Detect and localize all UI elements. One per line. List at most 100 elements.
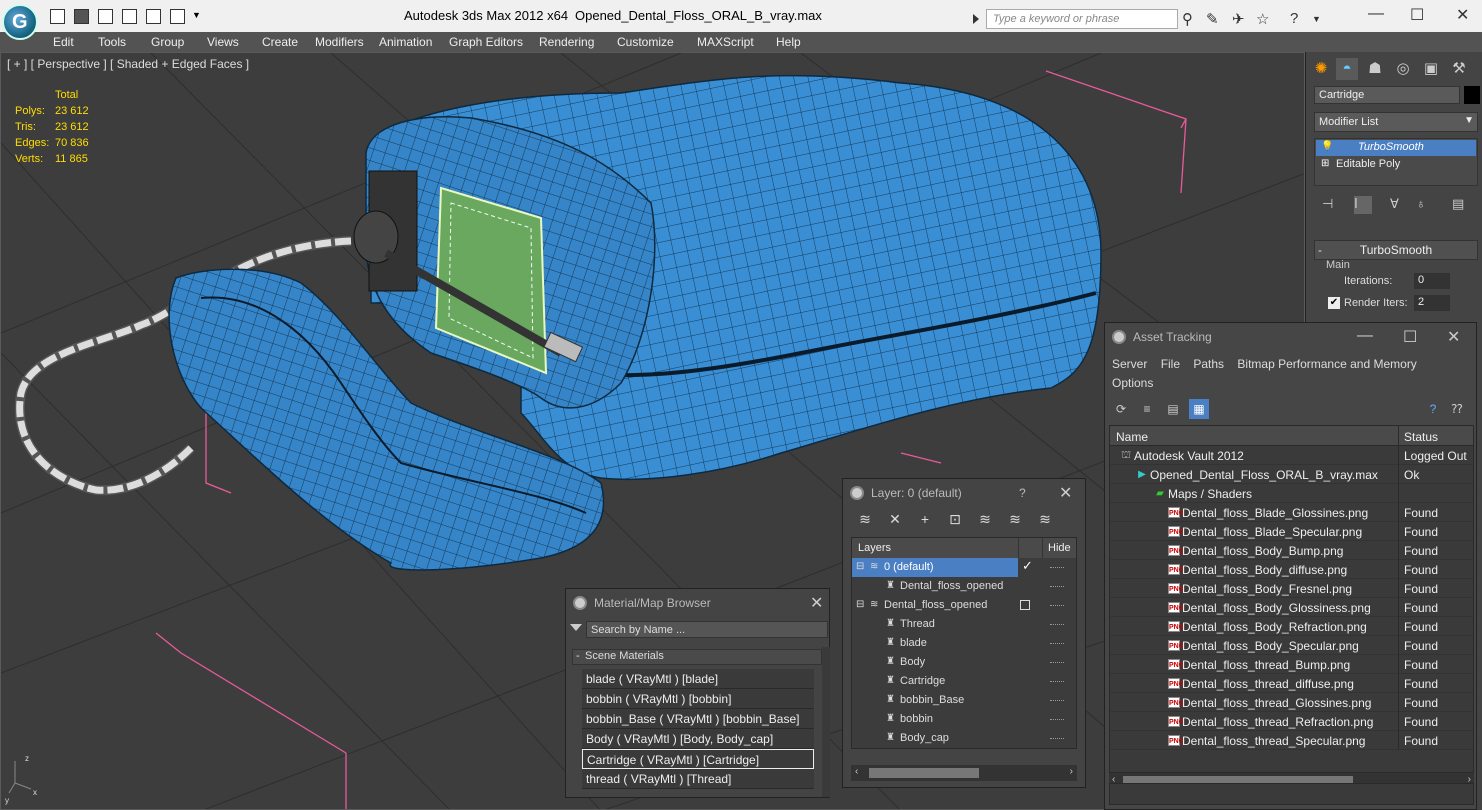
rollout-collapse-icon[interactable]: -	[1318, 243, 1322, 257]
modify-tab-icon[interactable]: ◓	[1336, 58, 1358, 80]
tools-icon[interactable]: ✎	[1206, 10, 1219, 28]
asset-path-field[interactable]	[1109, 783, 1474, 805]
layer-row[interactable]: ♜ Body	[852, 653, 1076, 672]
asset-row[interactable]: PNG Dental_floss_Body_Specular.png Found	[1110, 636, 1473, 655]
menu-group[interactable]: Group	[151, 35, 184, 49]
material-row[interactable]: blade ( VRayMtl ) [blade]	[582, 669, 814, 689]
render-iters-spinner[interactable]: 2	[1414, 295, 1450, 311]
menu-tools[interactable]: Tools	[98, 35, 126, 49]
material-browser-scrollbar[interactable]	[822, 647, 830, 797]
menu-edit[interactable]: Edit	[53, 35, 74, 49]
material-row[interactable]: bobbin ( VRayMtl ) [bobbin]	[582, 689, 814, 709]
material-browser-titlebar[interactable]: Material/Map Browser ✕	[566, 589, 829, 617]
show-end-result-icon[interactable]: Ⅰ	[1354, 196, 1372, 214]
layer-window-titlebar[interactable]: Layer: 0 (default) ? ✕	[843, 479, 1085, 507]
menu-rendering[interactable]: Rendering	[539, 35, 594, 49]
open-icon[interactable]	[98, 9, 113, 24]
help-icon[interactable]: ?	[1423, 399, 1443, 419]
iterations-spinner[interactable]: 0	[1414, 273, 1450, 289]
keyword-search-input[interactable]: Type a keyword or phrase	[973, 9, 1178, 29]
material-row[interactable]: Body ( VRayMtl ) [Body, Body_cap]	[582, 729, 814, 749]
maximize-button[interactable]: ☐	[1410, 5, 1424, 25]
minimize-button[interactable]: —	[1357, 327, 1373, 345]
create-tab-icon[interactable]: ✺	[1310, 58, 1332, 80]
add-to-layer-icon[interactable]: +	[915, 511, 935, 531]
lightbulb-icon[interactable]: 💡	[1321, 141, 1333, 152]
hold-icon[interactable]	[122, 9, 137, 24]
stack-item-editable-poly[interactable]: Editable Poly	[1316, 157, 1476, 173]
asset-row[interactable]: PNG Dental_floss_Blade_Glossines.png Found	[1110, 503, 1473, 522]
object-name-field[interactable]: Cartridge	[1314, 86, 1460, 104]
menu-customize[interactable]: Customize	[617, 35, 674, 49]
asset-row[interactable]: ▶ Opened_Dental_Floss_ORAL_B_vray.max Ok	[1110, 465, 1473, 484]
quick-access-dropdown-icon[interactable]: ▼	[192, 10, 201, 20]
binoculars-icon[interactable]: ⚲	[1182, 10, 1193, 28]
layer-row[interactable]: ♜ bobbin	[852, 710, 1076, 729]
browser-options-menu-icon[interactable]	[570, 624, 582, 631]
configure-sets-icon[interactable]: ▤	[1452, 196, 1470, 214]
new-file-icon[interactable]	[50, 9, 65, 24]
material-row-selected[interactable]: Cartridge ( VRayMtl ) [Cartridge]	[582, 749, 814, 769]
close-icon[interactable]: ✕	[810, 593, 823, 613]
scene-materials-group[interactable]: Scene Materials	[572, 649, 822, 665]
turbosmooth-rollout[interactable]: TurboSmooth	[1314, 240, 1478, 260]
app-logo-icon[interactable]: G	[2, 4, 38, 40]
motion-tab-icon[interactable]: ◎	[1392, 58, 1414, 80]
layer-row[interactable]: ♜ Thread	[852, 615, 1076, 634]
at-menu-paths[interactable]: Paths	[1193, 357, 1224, 371]
at-menu-bitmap-performance[interactable]: Bitmap Performance and Memory	[1237, 357, 1416, 371]
save-icon[interactable]	[74, 9, 89, 24]
undo-icon[interactable]	[146, 9, 161, 24]
hide-all-icon[interactable]: ≋	[1005, 511, 1025, 531]
help-icon[interactable]: ?	[1019, 486, 1026, 500]
layer-row[interactable]: ♜ bobbin_Base	[852, 691, 1076, 710]
favorites-star-icon[interactable]: ☆	[1256, 10, 1269, 28]
table-view-icon[interactable]: ▦	[1189, 399, 1209, 419]
remove-modifier-icon[interactable]: ♁	[1416, 196, 1434, 214]
menu-maxscript[interactable]: MAXScript	[697, 35, 754, 49]
asset-tracking-titlebar[interactable]: Asset Tracking — ☐ ✕	[1105, 323, 1476, 351]
at-menu-options[interactable]: Options	[1112, 376, 1153, 390]
layer-row[interactable]: ♜ Cartridge	[852, 672, 1076, 691]
asset-row[interactable]: PNG Dental_floss_Body_diffuse.png Found	[1110, 560, 1473, 579]
layer-horizontal-scrollbar[interactable]: ‹ ›	[851, 765, 1077, 781]
display-tab-icon[interactable]: ▣	[1420, 58, 1442, 80]
create-layer-icon[interactable]: ≋	[855, 511, 875, 531]
menu-views[interactable]: Views	[207, 35, 239, 49]
viewport-label-menu[interactable]: [ + ] [ Perspective ] [ Shaded + Edged F…	[7, 57, 249, 71]
maximize-button[interactable]: ☐	[1403, 327, 1417, 347]
hierarchy-tab-icon[interactable]: ☗	[1364, 58, 1386, 80]
hide-column-header[interactable]: Hide	[1048, 542, 1071, 554]
render-iters-checkbox[interactable]: ✔	[1328, 297, 1340, 309]
at-menu-server[interactable]: Server	[1112, 357, 1147, 371]
redo-icon[interactable]	[170, 9, 185, 24]
close-icon[interactable]: ✕	[1059, 483, 1072, 503]
name-column-header[interactable]: Name	[1116, 430, 1148, 444]
asset-row[interactable]: PNG Dental_floss_thread_Specular.png Found	[1110, 731, 1473, 750]
asset-row[interactable]: ▰ Maps / Shaders	[1110, 484, 1473, 503]
menu-help[interactable]: Help	[776, 35, 801, 49]
menu-graph-editors[interactable]: Graph Editors	[449, 35, 523, 49]
menu-create[interactable]: Create	[262, 35, 298, 49]
delete-layer-icon[interactable]: ✕	[885, 511, 905, 531]
asset-row[interactable]: PNG Dental_floss_thread_Glossines.png Foun…	[1110, 693, 1473, 712]
layer-row[interactable]: ♜ blade	[852, 634, 1076, 653]
layer-row[interactable]: ♜ Dental_floss_opened	[852, 577, 1076, 596]
list-view-icon[interactable]: ≡	[1137, 399, 1157, 419]
communication-icon[interactable]: ✈	[1232, 10, 1245, 28]
utilities-tab-icon[interactable]: ⚒	[1448, 58, 1470, 80]
refresh-icon[interactable]: ⟳	[1111, 399, 1131, 419]
stack-item-turbosmooth[interactable]: TurboSmooth	[1316, 140, 1476, 156]
freeze-all-icon[interactable]: ≋	[1035, 511, 1055, 531]
asset-row[interactable]: PNG Dental_floss_thread_Refraction.png Fou…	[1110, 712, 1473, 731]
asset-row[interactable]: PNG Dental_floss_Body_Bump.png Found	[1110, 541, 1473, 560]
asset-row[interactable]: PNG Dental_floss_thread_diffuse.png Found	[1110, 674, 1473, 693]
help-icon[interactable]: ?	[1290, 10, 1298, 27]
asset-row[interactable]: PNG Dental_floss_Blade_Specular.png Found	[1110, 522, 1473, 541]
context-help-icon[interactable]: ⁇	[1447, 399, 1467, 419]
asset-row[interactable]: PNG Dental_floss_thread_Bump.png Found	[1110, 655, 1473, 674]
pin-stack-icon[interactable]: ⊣	[1322, 196, 1340, 214]
material-row[interactable]: bobbin_Base ( VRayMtl ) [bobbin_Base]	[582, 709, 814, 729]
asset-row[interactable]: PNG Dental_floss_Body_Fresnel.png Found	[1110, 579, 1473, 598]
make-unique-icon[interactable]: ∀	[1390, 196, 1408, 214]
